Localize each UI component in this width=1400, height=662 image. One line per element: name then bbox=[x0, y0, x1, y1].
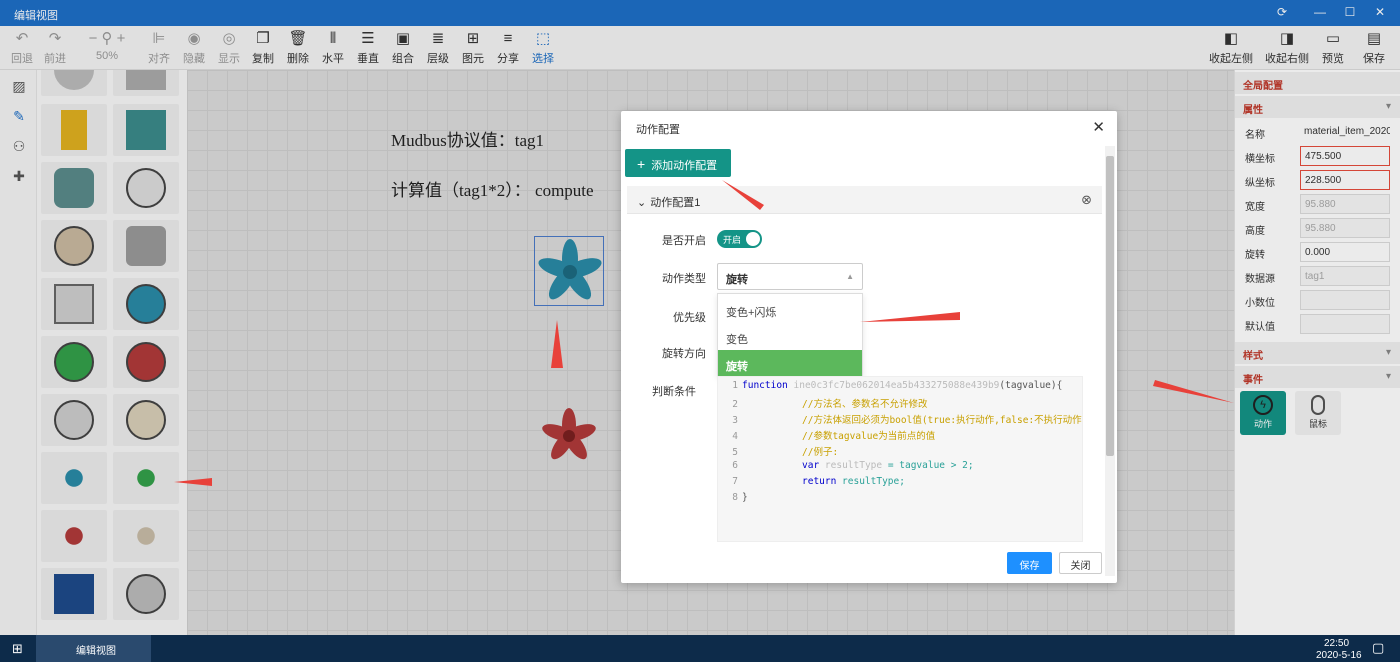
taskbar: ⊞ 编辑视图 22:50 2020-5-16 ▢ bbox=[0, 635, 1400, 662]
plus-icon: + bbox=[637, 156, 646, 172]
notification-icon[interactable]: ▢ bbox=[1372, 640, 1384, 656]
option-color-blink[interactable]: 变色+闪烁 bbox=[718, 296, 862, 323]
add-action-button[interactable]: + 添加动作配置 bbox=[625, 149, 731, 177]
caret-up-icon: ▲ bbox=[846, 272, 854, 281]
close-icon[interactable]: ✕ bbox=[1092, 118, 1105, 136]
enabled-toggle[interactable]: 开启 bbox=[717, 230, 762, 248]
option-color[interactable]: 变色 bbox=[718, 323, 862, 350]
chevron-down-icon: ⌄ bbox=[637, 197, 647, 209]
action-config-dialog: 动作配置 ✕ + 添加动作配置 ⌄ 动作配置1 ⊗ 是否开启 开启 动作类型 旋转 ▲… bbox=[621, 111, 1117, 583]
dialog-scrollbar[interactable] bbox=[1105, 146, 1115, 576]
remove-config-icon[interactable]: ⊗ bbox=[1081, 192, 1092, 208]
condition-code-editor[interactable]: 1 function ine0c3fc7be062014ea5b433275088… bbox=[717, 376, 1083, 542]
action-type-select[interactable]: 旋转 ▲ bbox=[717, 263, 863, 290]
clock-time: 22:50 bbox=[1324, 638, 1350, 649]
option-rotate[interactable]: 旋转 bbox=[718, 350, 862, 377]
taskbar-app[interactable]: 编辑视图 bbox=[36, 635, 151, 662]
dialog-save-button[interactable]: 保存 bbox=[1007, 552, 1052, 574]
clock-date: 2020-5-16 bbox=[1316, 650, 1362, 661]
dialog-close-button[interactable]: 关闭 bbox=[1059, 552, 1102, 574]
windows-start-icon[interactable]: ⊞ bbox=[12, 641, 23, 657]
config-panel-header[interactable]: ⌄ 动作配置1 ⊗ bbox=[627, 186, 1102, 214]
dialog-title: 动作配置 bbox=[636, 124, 680, 136]
action-type-dropdown: 变色+闪烁 变色 旋转 bbox=[717, 293, 863, 377]
